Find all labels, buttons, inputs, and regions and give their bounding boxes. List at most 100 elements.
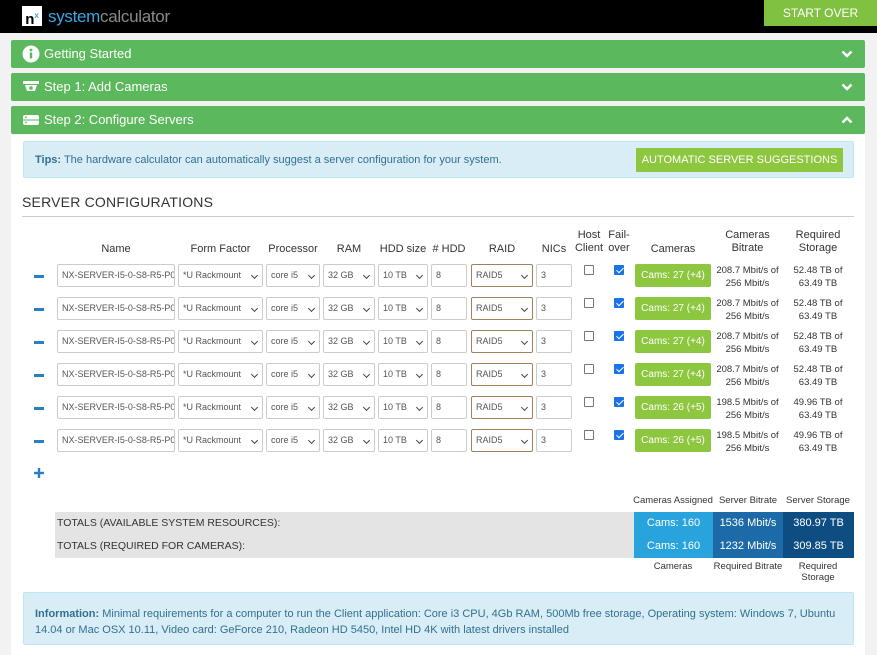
chevron-down-icon	[841, 83, 853, 91]
cameras-button[interactable]: Cams: 27 (+4)	[635, 330, 711, 353]
remove-server-button[interactable]	[34, 308, 44, 311]
server-name-input[interactable]: NX-SERVER-I5-0-S8-R5-P0	[57, 264, 175, 287]
ram-select[interactable]: 32 GB	[323, 429, 375, 452]
server-name-input[interactable]: NX-SERVER-I5-0-S8-R5-P0	[57, 429, 175, 452]
accordion-label: Getting Started	[44, 46, 132, 61]
server-name-input[interactable]: NX-SERVER-I5-0-S8-R5-P0	[57, 330, 175, 353]
raid-select[interactable]: RAID5	[471, 429, 533, 452]
hdd-size-select[interactable]: 10 TB	[378, 330, 428, 353]
chevron-up-icon	[841, 116, 853, 124]
processor-select[interactable]: core i5	[266, 330, 320, 353]
totals-header-bitrate: Server Bitrate	[718, 495, 778, 506]
processor-select[interactable]: core i5	[266, 429, 320, 452]
failover-checkbox[interactable]	[614, 364, 624, 374]
ram-select[interactable]: 32 GB	[323, 330, 375, 353]
remove-server-button[interactable]	[34, 407, 44, 410]
nics-input[interactable]: 3	[536, 264, 572, 287]
tips-text: Tips: The hardware calculator can automa…	[35, 154, 502, 166]
server-name-input[interactable]: NX-SERVER-I5-0-S8-R5-P0	[57, 297, 175, 320]
start-over-button[interactable]: START OVER	[764, 0, 877, 26]
col-header-raid: RAID	[488, 243, 516, 255]
add-server-icon[interactable]	[34, 468, 44, 478]
nics-input[interactable]: 3	[536, 429, 572, 452]
raid-select[interactable]: RAID5	[471, 330, 533, 353]
hdd-size-select[interactable]: 10 TB	[378, 363, 428, 386]
accordion-getting-started[interactable]: Getting Started	[11, 40, 865, 68]
required-storage-value: 309.85 TB	[783, 535, 854, 558]
section-divider	[22, 216, 854, 217]
bitrate-cell: 208.7 Mbit/s of 256 Mbit/s	[716, 298, 779, 322]
processor-select[interactable]: core i5	[266, 396, 320, 419]
cameras-button[interactable]: Cams: 27 (+4)	[635, 297, 711, 320]
ram-select[interactable]: 32 GB	[323, 396, 375, 419]
cameras-button[interactable]: Cams: 27 (+4)	[635, 363, 711, 386]
storage-cell: 52.48 TB of 63.49 TB	[793, 331, 843, 355]
raid-select[interactable]: RAID5	[471, 396, 533, 419]
num-hdd-input[interactable]: 8	[431, 363, 467, 386]
nics-input[interactable]: 3	[536, 363, 572, 386]
section-title: SERVER CONFIGURATIONS	[22, 194, 214, 210]
raid-select[interactable]: RAID5	[471, 363, 533, 386]
ram-select[interactable]: 32 GB	[323, 264, 375, 287]
host-client-checkbox[interactable]	[584, 265, 594, 275]
failover-checkbox[interactable]	[614, 298, 624, 308]
accordion-configure-servers[interactable]: Step 2: Configure Servers	[11, 106, 865, 134]
num-hdd-input[interactable]: 8	[431, 264, 467, 287]
form-factor-select[interactable]: *U Rackmount	[178, 429, 263, 452]
host-client-checkbox[interactable]	[584, 364, 594, 374]
failover-checkbox[interactable]	[614, 265, 624, 275]
num-hdd-input[interactable]: 8	[431, 330, 467, 353]
failover-checkbox[interactable]	[614, 331, 624, 341]
storage-cell: 52.48 TB of 63.49 TB	[793, 265, 843, 289]
host-client-checkbox[interactable]	[584, 397, 594, 407]
nics-input[interactable]: 3	[536, 297, 572, 320]
accordion-add-cameras[interactable]: Step 1: Add Cameras	[11, 73, 865, 101]
accordion-label: Step 2: Configure Servers	[44, 112, 194, 127]
totals-available-label: TOTALS (AVAILABLE SYSTEM RESOURCES):	[55, 512, 634, 535]
form-factor-select[interactable]: *U Rackmount	[178, 297, 263, 320]
automatic-server-suggestions-button[interactable]: AUTOMATIC SERVER SUGGESTIONS	[636, 148, 843, 172]
ram-select[interactable]: 32 GB	[323, 363, 375, 386]
processor-select[interactable]: core i5	[266, 363, 320, 386]
num-hdd-input[interactable]: 8	[431, 297, 467, 320]
raid-select[interactable]: RAID5	[471, 297, 533, 320]
host-client-checkbox[interactable]	[584, 298, 594, 308]
hdd-size-select[interactable]: 10 TB	[378, 429, 428, 452]
num-hdd-input[interactable]: 8	[431, 396, 467, 419]
col-header-nics: NICs	[541, 243, 567, 255]
server-name-input[interactable]: NX-SERVER-I5-0-S8-R5-P0	[57, 396, 175, 419]
host-client-checkbox[interactable]	[584, 331, 594, 341]
form-factor-select[interactable]: *U Rackmount	[178, 396, 263, 419]
remove-server-button[interactable]	[34, 341, 44, 344]
form-factor-select[interactable]: *U Rackmount	[178, 330, 263, 353]
cameras-button[interactable]: Cams: 26 (+5)	[635, 429, 711, 452]
processor-select[interactable]: core i5	[266, 297, 320, 320]
required-cams-value: Cams: 160	[634, 535, 713, 558]
nics-input[interactable]: 3	[536, 396, 572, 419]
required-bitrate-value: 1232 Mbit/s	[713, 535, 783, 558]
col-header-host-client: Host Client	[574, 229, 604, 254]
failover-checkbox[interactable]	[614, 397, 624, 407]
num-hdd-input[interactable]: 8	[431, 429, 467, 452]
remove-server-button[interactable]	[34, 275, 44, 278]
host-client-checkbox[interactable]	[584, 430, 594, 440]
remove-server-button[interactable]	[34, 440, 44, 443]
col-header-cameras: Cameras	[650, 243, 696, 255]
form-factor-select[interactable]: *U Rackmount	[178, 363, 263, 386]
server-name-input[interactable]: NX-SERVER-I5-0-S8-R5-P0	[57, 363, 175, 386]
processor-select[interactable]: core i5	[266, 264, 320, 287]
ram-select[interactable]: 32 GB	[323, 297, 375, 320]
raid-select[interactable]: RAID5	[471, 264, 533, 287]
totals-footer-bitrate: Required Bitrate	[713, 561, 783, 572]
nics-input[interactable]: 3	[536, 330, 572, 353]
failover-checkbox[interactable]	[614, 430, 624, 440]
storage-cell: 49.96 TB of 63.49 TB	[793, 430, 843, 454]
remove-server-button[interactable]	[34, 374, 44, 377]
hdd-size-select[interactable]: 10 TB	[378, 264, 428, 287]
bitrate-cell: 208.7 Mbit/s of 256 Mbit/s	[716, 331, 779, 355]
cameras-button[interactable]: Cams: 26 (+5)	[635, 396, 711, 419]
cameras-button[interactable]: Cams: 27 (+4)	[635, 264, 711, 287]
hdd-size-select[interactable]: 10 TB	[378, 396, 428, 419]
form-factor-select[interactable]: *U Rackmount	[178, 264, 263, 287]
hdd-size-select[interactable]: 10 TB	[378, 297, 428, 320]
